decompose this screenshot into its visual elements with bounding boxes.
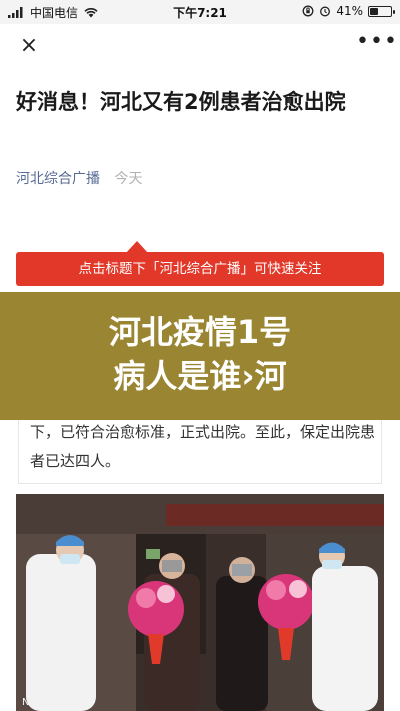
close-icon: ×	[19, 33, 39, 58]
close-button[interactable]: ×	[14, 32, 44, 60]
overlay-line-2: 病人是谁›河	[113, 357, 287, 395]
follow-banner[interactable]: 点击标题下「河北综合广播」可快速关注	[16, 241, 384, 286]
status-right: 41%	[302, 4, 395, 18]
rotation-lock-icon	[302, 5, 314, 17]
article-meta: 河北综合广播 今天	[16, 168, 142, 188]
nav-bar: × •••	[0, 24, 400, 68]
headline-overlay[interactable]: 河北疫情1号 病人是谁›河	[0, 292, 400, 420]
publish-date: 今天	[114, 171, 143, 187]
photo-watermark: NPHU @小花哟	[22, 697, 94, 708]
more-icon: •••	[356, 29, 398, 54]
article-title: 好消息！河北又有2例患者治愈出院	[16, 90, 346, 114]
battery-percent: 41%	[336, 4, 363, 18]
status-bar: 中国电信 下午7:21 41%	[0, 0, 400, 24]
article-photo: NPHU @小花哟	[16, 494, 384, 711]
battery-icon	[368, 5, 395, 17]
overlay-line-1: 河北疫情1号	[108, 313, 292, 351]
account-name-link[interactable]: 河北综合广播	[16, 171, 100, 187]
body-paragraph: 下，已符合治愈标准，正式出院。至此，保定出院患者已达四人。	[30, 423, 376, 470]
photo-illustration	[16, 494, 384, 711]
alarm-icon	[320, 6, 331, 17]
more-options-button[interactable]: •••	[356, 31, 397, 60]
